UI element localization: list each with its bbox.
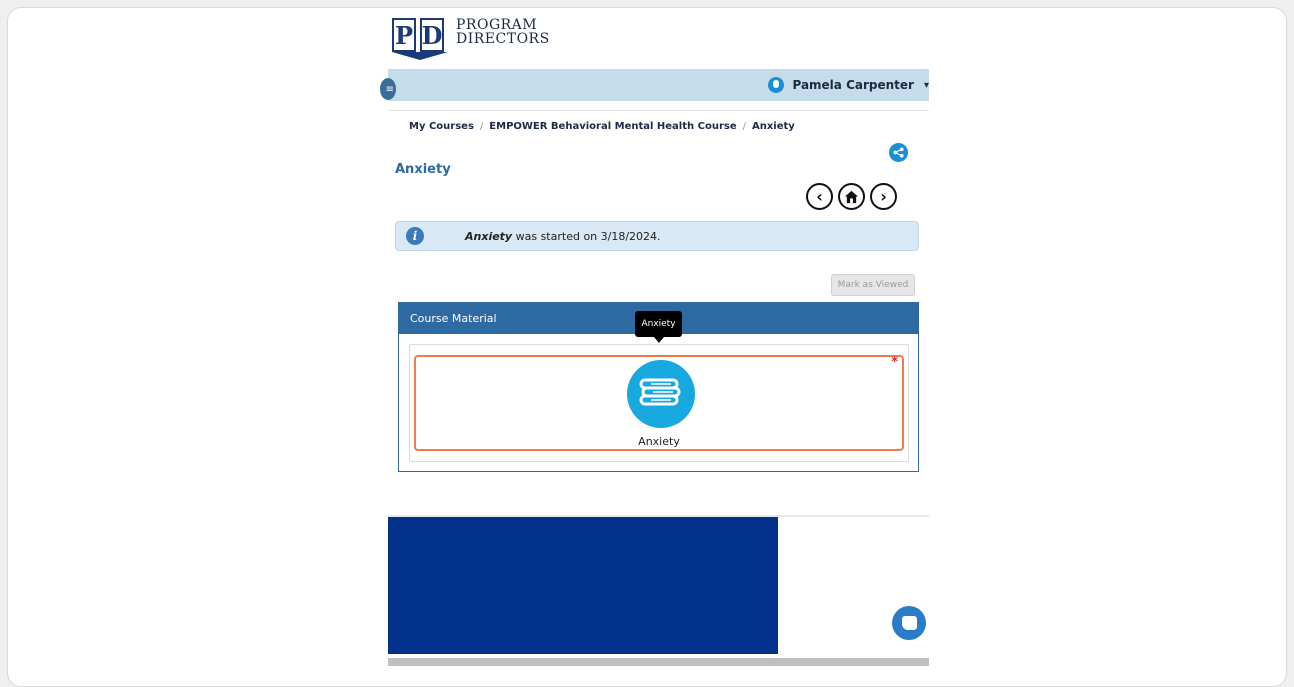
breadcrumb-current: Anxiety <box>751 121 795 132</box>
user-avatar-icon <box>768 77 785 93</box>
chat-bubble-icon <box>901 616 917 630</box>
sidebar-toggle-icon[interactable]: ≡ <box>380 78 396 100</box>
info-icon: i <box>406 227 424 245</box>
chevron-down-icon: ▾ <box>923 79 929 91</box>
mark-as-viewed-button[interactable]: Mark as Viewed <box>831 274 915 296</box>
logo-letter-d: D <box>420 18 444 52</box>
item-tooltip: Anxiety <box>635 311 682 343</box>
user-name: Pamela Carpenter <box>792 78 914 92</box>
logo-line-1: PROGRAM <box>456 17 538 33</box>
course-material-item[interactable]: * Anxiety <box>414 355 904 451</box>
logo-wordmark: PROGRAM DIRECTORS <box>456 18 550 46</box>
logo-letter-p: P <box>392 18 416 52</box>
lesson-navigation: ‹ › <box>806 183 897 210</box>
info-text: was started on 3/18/2024. <box>515 230 661 243</box>
top-bar: ≡ Pamela Carpenter ▾ <box>380 69 929 101</box>
logo-base <box>392 52 448 60</box>
next-arrow-icon[interactable]: › <box>870 183 897 210</box>
program-directors-logo[interactable]: P D PROGRAM DIRECTORS <box>392 12 550 64</box>
info-emphasis: Anxiety <box>465 230 513 243</box>
breadcrumb-course[interactable]: EMPOWER Behavioral Mental Health Course <box>489 121 736 132</box>
breadcrumb-separator: / <box>479 121 484 132</box>
browser-frame: P D PROGRAM DIRECTORS ≡ Pamela Carpenter… <box>7 7 1287 687</box>
breadcrumb-my-courses[interactable]: My Courses <box>409 121 474 132</box>
logo-line-2: DIRECTORS <box>456 31 550 47</box>
share-icon[interactable] <box>889 143 908 162</box>
home-icon[interactable] <box>838 183 865 210</box>
user-menu[interactable]: Pamela Carpenter ▾ <box>768 77 929 93</box>
breadcrumb-separator: / <box>742 121 746 132</box>
divider <box>388 110 929 111</box>
chat-launcher-icon[interactable] <box>892 606 926 640</box>
logo-mark: P D <box>392 12 450 62</box>
breadcrumb: My Courses / EMPOWER Behavioral Mental Hea… <box>409 121 795 132</box>
course-material-item-label: Anxiety <box>638 435 680 448</box>
info-message: Anxiety was started on 3/18/2024. <box>465 230 661 243</box>
info-alert: i Anxiety was started on 3/18/2024. <box>395 221 919 251</box>
footer-banner <box>388 517 778 654</box>
previous-arrow-icon[interactable]: ‹ <box>806 183 833 210</box>
required-marker: * <box>891 355 898 370</box>
books-icon <box>627 360 695 428</box>
page: P D PROGRAM DIRECTORS ≡ Pamela Carpenter… <box>380 8 929 674</box>
page-title: Anxiety <box>395 162 451 177</box>
course-material-list: * Anxiety <box>409 344 909 462</box>
horizontal-scrollbar[interactable] <box>388 658 929 666</box>
